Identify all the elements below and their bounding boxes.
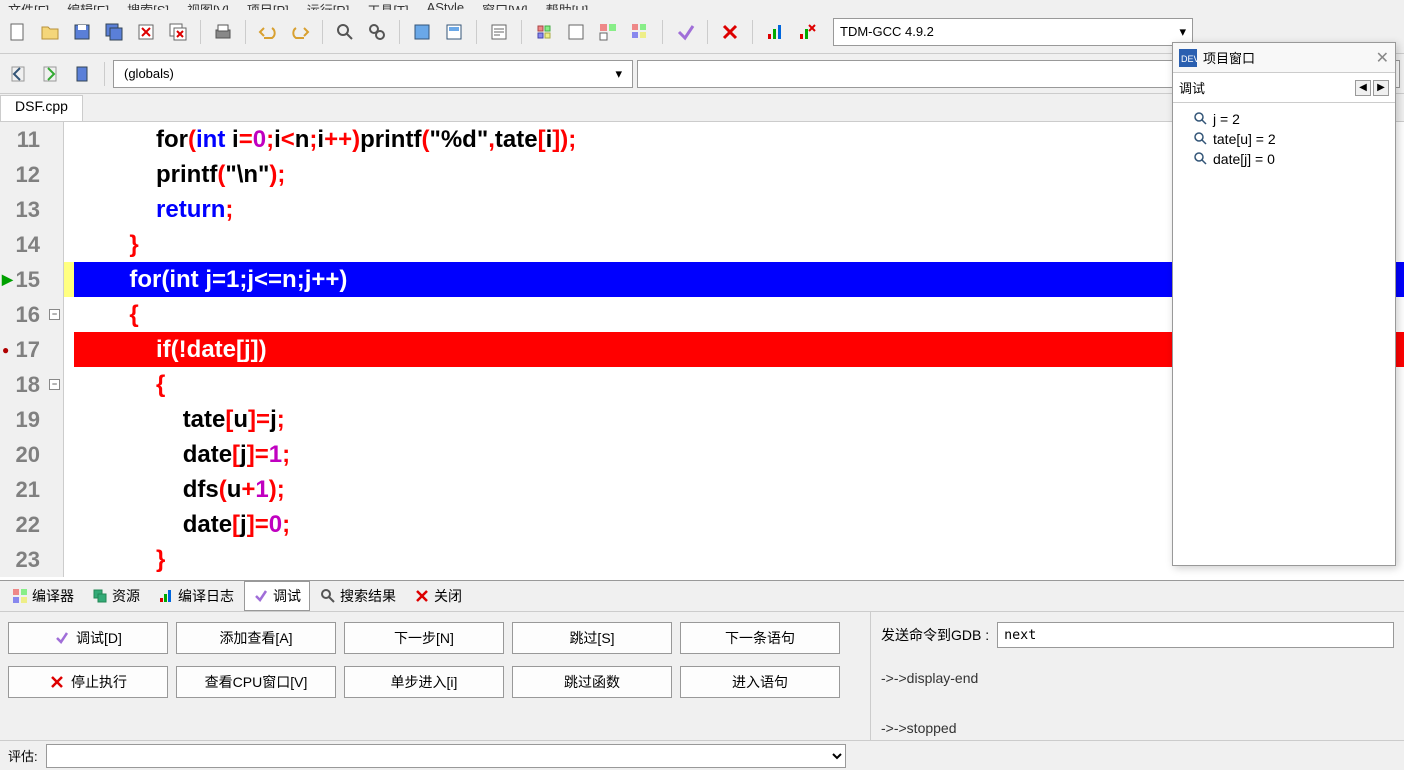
menu-help[interactable]: 帮助[H] (546, 0, 589, 10)
output-tab-bar: 编译器 资源 编译日志 调试 搜索结果 关闭 (0, 580, 1404, 612)
tab-search-results[interactable]: 搜索结果 (312, 582, 404, 610)
fold-toggle-icon[interactable]: − (49, 379, 60, 390)
menu-astyle[interactable]: AStyle (427, 0, 465, 10)
gdb-label: 发送命令到GDB : (881, 625, 989, 645)
step-into-button[interactable]: 单步进入[i] (344, 666, 504, 698)
file-tab[interactable]: DSF.cpp (0, 95, 83, 121)
line-number: 12 (0, 157, 46, 192)
line-number: 16 (0, 297, 46, 332)
new-file-icon[interactable] (4, 18, 32, 46)
watch-list: j = 2 tate[u] = 2 date[j] = 0 (1173, 103, 1395, 175)
compiler-select[interactable]: TDM-GCC 4.9.2 ▾ (833, 18, 1193, 46)
profile-icon[interactable] (761, 18, 789, 46)
tab-debug[interactable]: 调试 (244, 581, 310, 611)
menu-bar: 文件[F] 编辑[E] 搜索[S] 视图[V] 项目[P] 运行[R] 工具[T… (0, 0, 1404, 10)
next-statement-button[interactable]: 下一条语句 (680, 622, 840, 654)
close-all-icon[interactable] (164, 18, 192, 46)
next-tab-icon[interactable]: ▶ (1373, 80, 1389, 96)
compile-run-icon[interactable] (594, 18, 622, 46)
evaluate-input[interactable] (46, 744, 846, 768)
line-number: 21 (0, 472, 46, 507)
dropdown-arrow-icon: ▾ (615, 66, 622, 82)
prev-tab-icon[interactable]: ◀ (1355, 80, 1371, 96)
save-all-icon[interactable] (100, 18, 128, 46)
print-icon[interactable] (209, 18, 237, 46)
menu-file[interactable]: 文件[F] (8, 0, 49, 10)
redo-icon[interactable] (286, 18, 314, 46)
gdb-command-input[interactable] (997, 622, 1394, 648)
menu-project[interactable]: 项目[P] (247, 0, 289, 10)
delete-profile-icon[interactable] (793, 18, 821, 46)
tab-log[interactable]: 编译日志 (150, 582, 242, 610)
watch-tab-debug[interactable]: 调试 (1179, 78, 1205, 97)
into-statement-button[interactable]: 进入语句 (680, 666, 840, 698)
current-line-icon: ▶ (2, 271, 13, 288)
step-out-button[interactable]: 跳过函数 (512, 666, 672, 698)
line-number: 23 (0, 542, 46, 577)
tab-compiler[interactable]: 编译器 (4, 582, 82, 610)
close-icon[interactable]: ✕ (1376, 48, 1389, 68)
cpu-window-button[interactable]: 查看CPU窗口[V] (176, 666, 336, 698)
line-number: 14 (0, 227, 46, 262)
skip-button[interactable]: 跳过[S] (512, 622, 672, 654)
compile-icon[interactable] (530, 18, 558, 46)
forward-icon[interactable] (36, 60, 64, 88)
next-step-button[interactable]: 下一步[N] (344, 622, 504, 654)
line-number: 22 (0, 507, 46, 542)
fold-toggle-icon[interactable]: − (49, 309, 60, 320)
find-icon[interactable] (331, 18, 359, 46)
menu-edit[interactable]: 编辑[E] (67, 0, 109, 10)
debug-icon[interactable] (671, 18, 699, 46)
watch-item[interactable]: j = 2 (1177, 109, 1391, 129)
tab-close[interactable]: 关闭 (406, 582, 470, 610)
menu-search[interactable]: 搜索[S] (127, 0, 169, 10)
line-number: 11 (0, 122, 46, 157)
menu-tools[interactable]: 工具[T] (367, 0, 408, 10)
bookmark-nav-icon[interactable] (68, 60, 96, 88)
line-number: ●17 (0, 332, 46, 367)
scope-label: (globals) (124, 66, 174, 81)
stop-icon[interactable] (716, 18, 744, 46)
rebuild-icon[interactable] (626, 18, 654, 46)
dropdown-arrow-icon: ▾ (1179, 24, 1186, 40)
svg-text:DEV: DEV (1181, 54, 1197, 64)
save-icon[interactable] (68, 18, 96, 46)
app-icon: DEV (1179, 49, 1197, 67)
breakpoint-icon[interactable]: ● (2, 343, 9, 357)
goto-line-icon[interactable] (485, 18, 513, 46)
watch-item[interactable]: date[j] = 0 (1177, 149, 1391, 169)
tab-resources[interactable]: 资源 (84, 582, 148, 610)
close-file-icon[interactable] (132, 18, 160, 46)
watch-var-icon (1193, 151, 1209, 167)
watch-var-icon (1193, 111, 1209, 127)
stop-button[interactable]: 停止执行 (8, 666, 168, 698)
scope-select[interactable]: (globals) ▾ (113, 60, 633, 88)
goto-bookmark-icon[interactable] (440, 18, 468, 46)
line-number: 19 (0, 402, 46, 437)
line-number: 20 (0, 437, 46, 472)
compiler-label: TDM-GCC 4.9.2 (840, 24, 934, 39)
watch-item[interactable]: tate[u] = 2 (1177, 129, 1391, 149)
toggle-bookmark-icon[interactable] (408, 18, 436, 46)
add-watch-button[interactable]: 添加查看[A] (176, 622, 336, 654)
line-number: ▶15 (0, 262, 46, 297)
undo-icon[interactable] (254, 18, 282, 46)
debug-button[interactable]: 调试[D] (8, 622, 168, 654)
menu-view[interactable]: 视图[V] (187, 0, 229, 10)
gdb-output: ->->display-end ->->stopped (881, 666, 1394, 742)
open-file-icon[interactable] (36, 18, 64, 46)
menu-run[interactable]: 运行[R] (307, 0, 350, 10)
back-icon[interactable] (4, 60, 32, 88)
evaluate-bar: 评估: (0, 740, 1404, 770)
watch-var-icon (1193, 131, 1209, 147)
menu-window[interactable]: 窗口[W] (482, 0, 528, 10)
line-number: 18 (0, 367, 46, 402)
line-number: 13 (0, 192, 46, 227)
run-icon[interactable] (562, 18, 590, 46)
evaluate-label: 评估: (8, 746, 38, 765)
watch-title-label: 项目窗口 (1203, 48, 1255, 67)
watch-window[interactable]: DEV 项目窗口 ✕ 调试 ◀ ▶ j = 2 tate[u] = 2 date… (1172, 42, 1396, 566)
replace-icon[interactable] (363, 18, 391, 46)
